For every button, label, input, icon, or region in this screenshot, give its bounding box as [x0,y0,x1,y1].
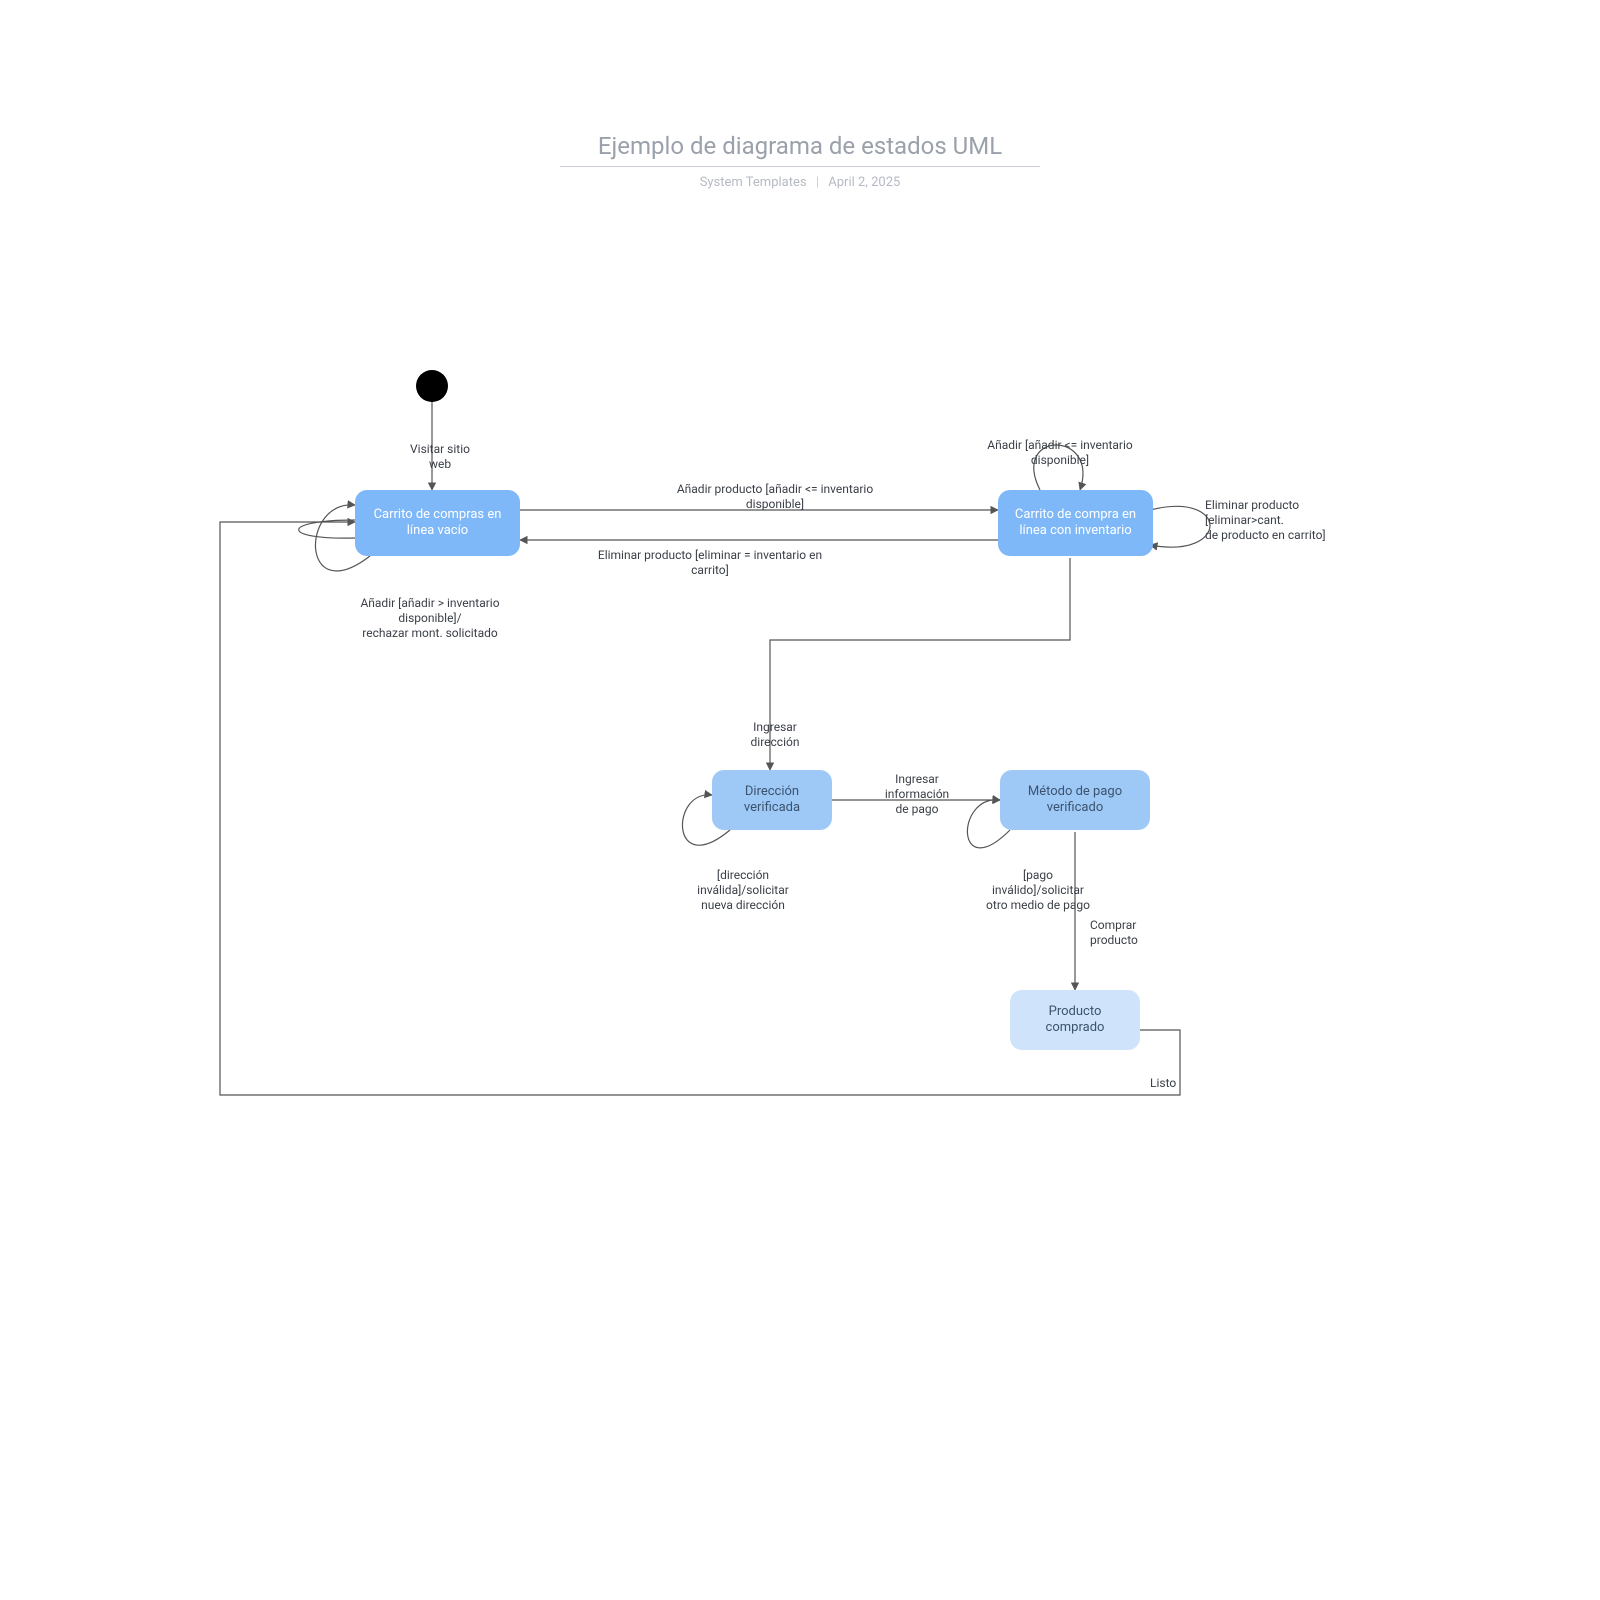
diagram-title: Ejemplo de diagrama de estados UML [560,132,1040,166]
state-address-verified: Dirección verificada [712,770,832,830]
label-buy-product: Comprar producto [1090,918,1180,948]
title-underline [560,166,1040,167]
label-enter-payment: Ingresar información de pago [862,772,972,817]
date-label: April 2, 2025 [828,175,900,190]
diagram-canvas: Ejemplo de diagrama de estados UML Syste… [0,0,1600,1600]
state-payment-verified: Método de pago verificado [1000,770,1150,830]
initial-state-dot [416,370,448,402]
label-remove-self-inventory: Eliminar producto [eliminar>cant. de pro… [1205,498,1375,543]
author-label: System Templates [700,175,807,190]
label-add-self-empty: Añadir [añadir > inventario disponible]/… [330,596,530,641]
state-cart-with-inventory: Carrito de compra en línea con inventari… [998,490,1153,556]
diagram-subtitle: System Templates | April 2, 2025 [560,175,1040,190]
label-add-self-inventory: Añadir [añadir <= inventario disponible] [960,438,1160,468]
separator: | [810,175,825,190]
label-remove-product-all: Eliminar producto [eliminar = inventario… [560,548,860,578]
state-product-purchased: Producto comprado [1010,990,1140,1050]
label-payment-invalid: [pago inválido]/solicitar otro medio de … [958,868,1118,913]
label-visit-site: Visitar sitio web [400,442,480,472]
state-empty-cart: Carrito de compras en línea vacío [355,490,520,556]
title-block: Ejemplo de diagrama de estados UML Syste… [560,132,1040,190]
label-add-product: Añadir producto [añadir <= inventario di… [640,482,910,512]
label-enter-address: Ingresar dirección [730,720,820,750]
label-done: Listo [1150,1076,1210,1091]
label-address-invalid: [dirección inválida]/solicitar nueva dir… [668,868,818,913]
